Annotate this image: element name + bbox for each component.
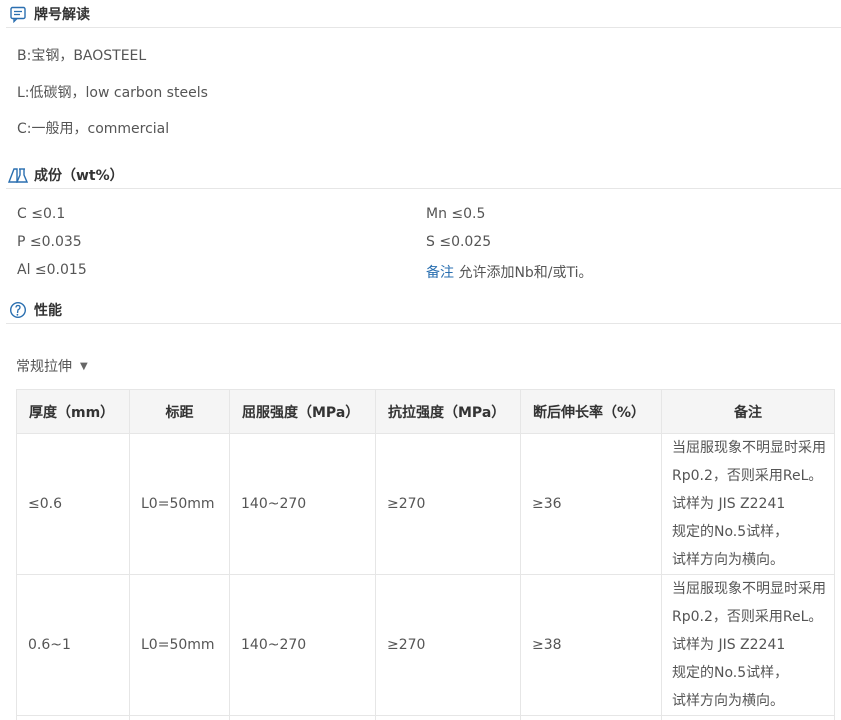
element-value: ≤0.015 — [34, 262, 87, 278]
note-line: 试样为 JIS Z2241 — [672, 637, 786, 653]
section-title: 牌号解读 — [34, 6, 90, 23]
grade-section-header: 牌号解读 — [6, 0, 841, 28]
element-symbol: P — [17, 234, 26, 250]
composition-item: S ≤0.025 — [426, 234, 491, 250]
table-cell — [129, 715, 230, 720]
tensile-cell: ≥270 — [375, 574, 521, 716]
column-header: 备注 — [661, 389, 835, 434]
performance-table: 厚度（mm） 标距 屈服强度（MPa） 抗拉强度（MPa） 断后伸长率（%） 备… — [16, 389, 835, 720]
message-icon — [8, 4, 28, 24]
element-symbol: Al — [17, 262, 31, 278]
gauge-cell: L0=50mm — [129, 433, 230, 575]
element-value: ≤0.035 — [29, 234, 82, 250]
elongation-cell: ≥36 — [520, 433, 662, 575]
thickness-cell: ≤0.6 — [16, 433, 130, 575]
column-header: 抗拉强度（MPa） — [375, 389, 521, 434]
column-header: 断后伸长率（%） — [520, 389, 662, 434]
table-row: 0.6~1 L0=50mm 140~270 ≥270 ≥38 当屈服现象不明显时… — [16, 574, 835, 716]
element-value: ≤0.5 — [451, 206, 486, 222]
elongation-cell: ≥38 — [520, 574, 662, 716]
element-symbol: Mn — [426, 206, 447, 222]
table-cell — [229, 715, 376, 720]
note-line: Rp0.2，否则采用ReL。 — [672, 468, 823, 484]
composition-item: Al ≤0.015 — [17, 262, 87, 278]
performance-section-header: 性能 — [6, 296, 841, 324]
note-line: 规定的No.5试样， — [672, 665, 789, 681]
composition-item: Mn ≤0.5 — [426, 206, 485, 222]
note-label: 备注 — [426, 265, 454, 281]
note-line: 规定的No.5试样， — [672, 524, 789, 540]
element-symbol: S — [426, 234, 435, 250]
note-value: 允许添加Nb和/或Ti。 — [458, 265, 593, 281]
note-line: 试样方向为横向。 — [672, 552, 784, 568]
tensile-cell: ≥270 — [375, 433, 521, 575]
section-title: 性能 — [34, 302, 62, 319]
grade-line: C:一般用，commercial — [17, 121, 170, 137]
table-header-row: 厚度（mm） 标距 屈服强度（MPa） 抗拉强度（MPa） 断后伸长率（%） 备… — [16, 389, 835, 434]
element-value: ≤0.1 — [31, 206, 66, 222]
composition-section-header: 成份（wt%） — [6, 161, 841, 189]
note-cell: 当屈服现象不明显时采用 Rp0.2，否则采用ReL。 试样为 JIS Z2241… — [661, 574, 835, 716]
table-cell — [661, 715, 835, 720]
note-line: Rp0.2，否则采用ReL。 — [672, 609, 823, 625]
thickness-cell: 0.6~1 — [16, 574, 130, 716]
note-line: 当屈服现象不明显时采用 — [672, 440, 826, 456]
yield-cell: 140~270 — [229, 433, 376, 575]
table-cell — [520, 715, 662, 720]
composition-note: 备注 允许添加Nb和/或Ti。 — [426, 262, 593, 282]
note-cell: 当屈服现象不明显时采用 Rp0.2，否则采用ReL。 试样为 JIS Z2241… — [661, 433, 835, 575]
yield-cell: 140~270 — [229, 574, 376, 716]
dropdown-label: 常规拉伸 — [16, 359, 72, 375]
table-cell — [16, 715, 130, 720]
test-type-dropdown[interactable]: 常规拉伸 ▼ — [16, 356, 88, 376]
table-cell — [375, 715, 521, 720]
column-header: 标距 — [129, 389, 230, 434]
caret-down-icon: ▼ — [80, 360, 88, 372]
info-icon — [8, 300, 28, 320]
note-line: 试样方向为横向。 — [672, 693, 784, 709]
table-row — [16, 715, 835, 720]
element-value: ≤0.025 — [439, 234, 492, 250]
section-title: 成份（wt%） — [34, 167, 124, 184]
note-line: 试样为 JIS Z2241 — [672, 496, 786, 512]
gauge-cell: L0=50mm — [129, 574, 230, 716]
table-row: ≤0.6 L0=50mm 140~270 ≥270 ≥36 当屈服现象不明显时采… — [16, 433, 835, 575]
element-symbol: C — [17, 206, 27, 222]
composition-item: C ≤0.1 — [17, 206, 65, 222]
column-header: 屈服强度（MPa） — [229, 389, 376, 434]
grade-line: B:宝钢，BAOSTEEL — [17, 48, 147, 64]
flask-icon — [8, 165, 28, 185]
composition-item: P ≤0.035 — [17, 234, 82, 250]
column-header: 厚度（mm） — [16, 389, 130, 434]
note-line: 当屈服现象不明显时采用 — [672, 581, 826, 597]
grade-line: L:低碳钢，low carbon steels — [17, 85, 208, 101]
